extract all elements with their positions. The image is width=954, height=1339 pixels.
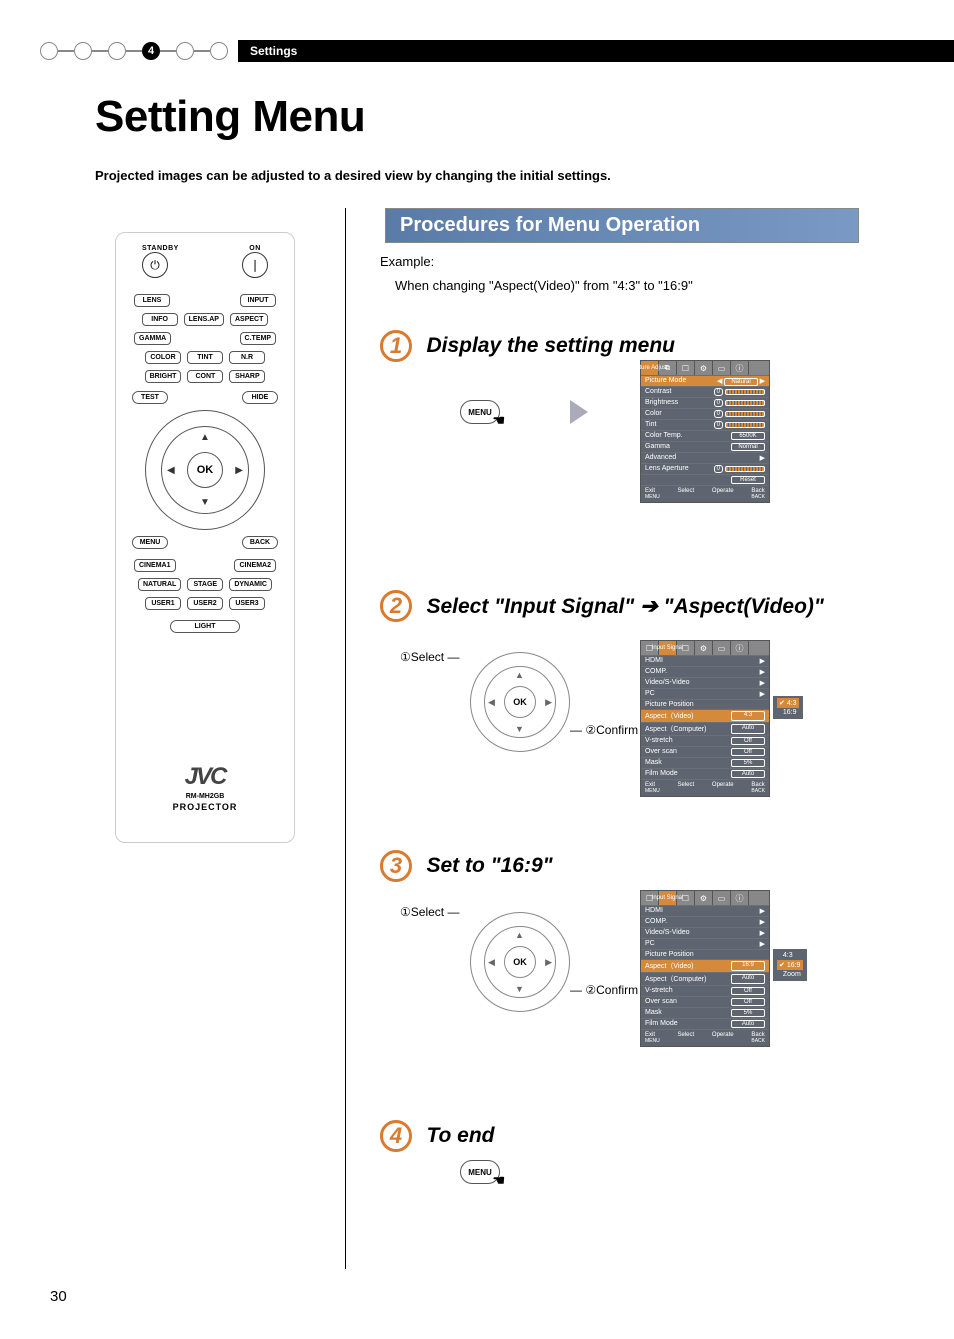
step-number-icon: 4 bbox=[380, 1120, 412, 1152]
brand-logo: JVC bbox=[126, 763, 284, 791]
menu-press-icon: MENU☚ bbox=[460, 400, 500, 424]
intro-text: Projected images can be adjusted to a de… bbox=[95, 168, 611, 183]
example-text: When changing "Aspect(Video)" from "4:3"… bbox=[395, 278, 693, 293]
step-3: 3 Set to "16:9" ①Select — OK ▲▼ ◀▶ — ②Co… bbox=[380, 850, 859, 1012]
step-number-icon: 3 bbox=[380, 850, 412, 882]
color-button[interactable]: COLOR bbox=[145, 351, 181, 364]
dynamic-button[interactable]: DYNAMIC bbox=[229, 578, 272, 591]
ok-button-icon: OK bbox=[504, 686, 536, 718]
osd-row-label: Picture Mode bbox=[645, 377, 686, 385]
dpad[interactable]: OK ▲ ▼ ◀ ▶ bbox=[145, 410, 265, 530]
projector-label: PROJECTOR bbox=[126, 802, 284, 812]
step-2-title: Select "Input Signal" ➔ "Aspect(Video)" bbox=[426, 595, 823, 618]
right-arrow-icon[interactable]: ▶ bbox=[235, 465, 243, 476]
natural-button[interactable]: NATURAL bbox=[138, 578, 181, 591]
tint-button[interactable]: TINT bbox=[187, 351, 223, 364]
example-label: Example: bbox=[380, 254, 434, 269]
callout-select: ①Select — bbox=[400, 905, 459, 919]
section-label: Settings bbox=[238, 40, 954, 62]
callout-confirm: — ②Confirm bbox=[570, 723, 638, 737]
menu-press-icon: MENU☚ bbox=[460, 1160, 500, 1184]
step-number-icon: 1 bbox=[380, 330, 412, 362]
aspect-popup: 4:3 ✔ 16:9 Zoom bbox=[772, 948, 808, 982]
user2-button[interactable]: USER2 bbox=[187, 597, 223, 610]
aspect-button[interactable]: ASPECT bbox=[230, 313, 268, 326]
step-3-title: Set to "16:9" bbox=[426, 854, 552, 877]
user3-button[interactable]: USER3 bbox=[229, 597, 265, 610]
ok-button[interactable]: OK bbox=[187, 452, 223, 488]
page-title: Setting Menu bbox=[95, 92, 365, 142]
menu-button[interactable]: MENU bbox=[132, 536, 168, 549]
standby-label: STANDBY bbox=[142, 245, 179, 252]
osd-input-signal-1: ☐Input Signal☐⚙▭ⓘ HDMI▶ COMP.▶ Video/S-V… bbox=[640, 640, 770, 797]
mini-dpad: OK ▲▼ ◀▶ bbox=[470, 652, 570, 752]
hide-button[interactable]: HIDE bbox=[242, 391, 278, 404]
step-dot-3 bbox=[108, 42, 126, 60]
ctemp-button[interactable]: C.TEMP bbox=[240, 332, 276, 345]
on-label: ON bbox=[242, 245, 268, 252]
step-dot-4-active: 4 bbox=[142, 42, 160, 60]
step-dot-1 bbox=[40, 42, 58, 60]
osd-tab-active: Picture Adjust bbox=[641, 361, 659, 375]
mini-dpad: OK ▲▼ ◀▶ bbox=[470, 912, 570, 1012]
callout-confirm: — ②Confirm bbox=[570, 983, 638, 997]
step-4: 4 To end MENU☚ bbox=[380, 1120, 859, 1152]
procedures-header: Procedures for Menu Operation bbox=[385, 208, 859, 243]
step-4-title: To end bbox=[426, 1124, 494, 1147]
step-1: 1 Display the setting menu MENU☚ Picture… bbox=[380, 330, 859, 362]
osd-picture-adjust: Picture Adjust⧉☐⚙▭ⓘ Picture Mode◀ Natura… bbox=[640, 360, 770, 503]
back-button[interactable]: BACK bbox=[242, 536, 278, 549]
step-dot-2 bbox=[74, 42, 92, 60]
info-button[interactable]: INFO bbox=[142, 313, 178, 326]
down-arrow-icon[interactable]: ▼ bbox=[200, 497, 210, 508]
stage-button[interactable]: STAGE bbox=[187, 578, 223, 591]
cinema1-button[interactable]: CINEMA1 bbox=[134, 559, 176, 572]
on-button[interactable]: ❘ bbox=[242, 252, 268, 278]
test-button[interactable]: TEST bbox=[132, 391, 168, 404]
remote-illustration: STANDBY⏻ ON❘ LENS INPUT INFO LENS.AP ASPEC… bbox=[115, 232, 315, 843]
breadcrumb: 4 Settings bbox=[0, 40, 954, 62]
left-arrow-icon[interactable]: ◀ bbox=[167, 465, 175, 476]
callout-select: ①Select — bbox=[400, 650, 459, 664]
light-button[interactable]: LIGHT bbox=[170, 620, 240, 633]
step-dot-6 bbox=[210, 42, 228, 60]
lensap-button[interactable]: LENS.AP bbox=[184, 313, 224, 326]
user1-button[interactable]: USER1 bbox=[145, 597, 181, 610]
step-dot-5 bbox=[176, 42, 194, 60]
nr-button[interactable]: N.R bbox=[229, 351, 265, 364]
bright-button[interactable]: BRIGHT bbox=[145, 370, 182, 383]
step-2: 2 Select "Input Signal" ➔ "Aspect(Video)… bbox=[380, 590, 859, 752]
hand-icon: ☚ bbox=[492, 412, 505, 429]
aspect-popup: ✔ 4:3 16:9 bbox=[772, 695, 804, 720]
standby-button[interactable]: ⏻ bbox=[142, 252, 168, 278]
vertical-divider bbox=[345, 208, 346, 1269]
osd-input-signal-2: ☐Input Signal☐⚙▭ⓘ HDMI▶ COMP.▶ Video/S-V… bbox=[640, 890, 770, 1047]
model-number: RM-MH2GB bbox=[126, 793, 284, 800]
step-number-icon: 2 bbox=[380, 590, 412, 622]
ok-button-icon: OK bbox=[504, 946, 536, 978]
input-button[interactable]: INPUT bbox=[240, 294, 276, 307]
lens-button[interactable]: LENS bbox=[134, 294, 170, 307]
hand-icon: ☚ bbox=[492, 1172, 505, 1189]
up-arrow-icon[interactable]: ▲ bbox=[200, 432, 210, 443]
sharp-button[interactable]: SHARP bbox=[229, 370, 265, 383]
page-number: 30 bbox=[50, 1288, 67, 1305]
cont-button[interactable]: CONT bbox=[187, 370, 223, 383]
gamma-button[interactable]: GAMMA bbox=[134, 332, 171, 345]
step-1-title: Display the setting menu bbox=[426, 334, 675, 357]
arrow-right-icon bbox=[570, 400, 588, 424]
cinema2-button[interactable]: CINEMA2 bbox=[234, 559, 276, 572]
